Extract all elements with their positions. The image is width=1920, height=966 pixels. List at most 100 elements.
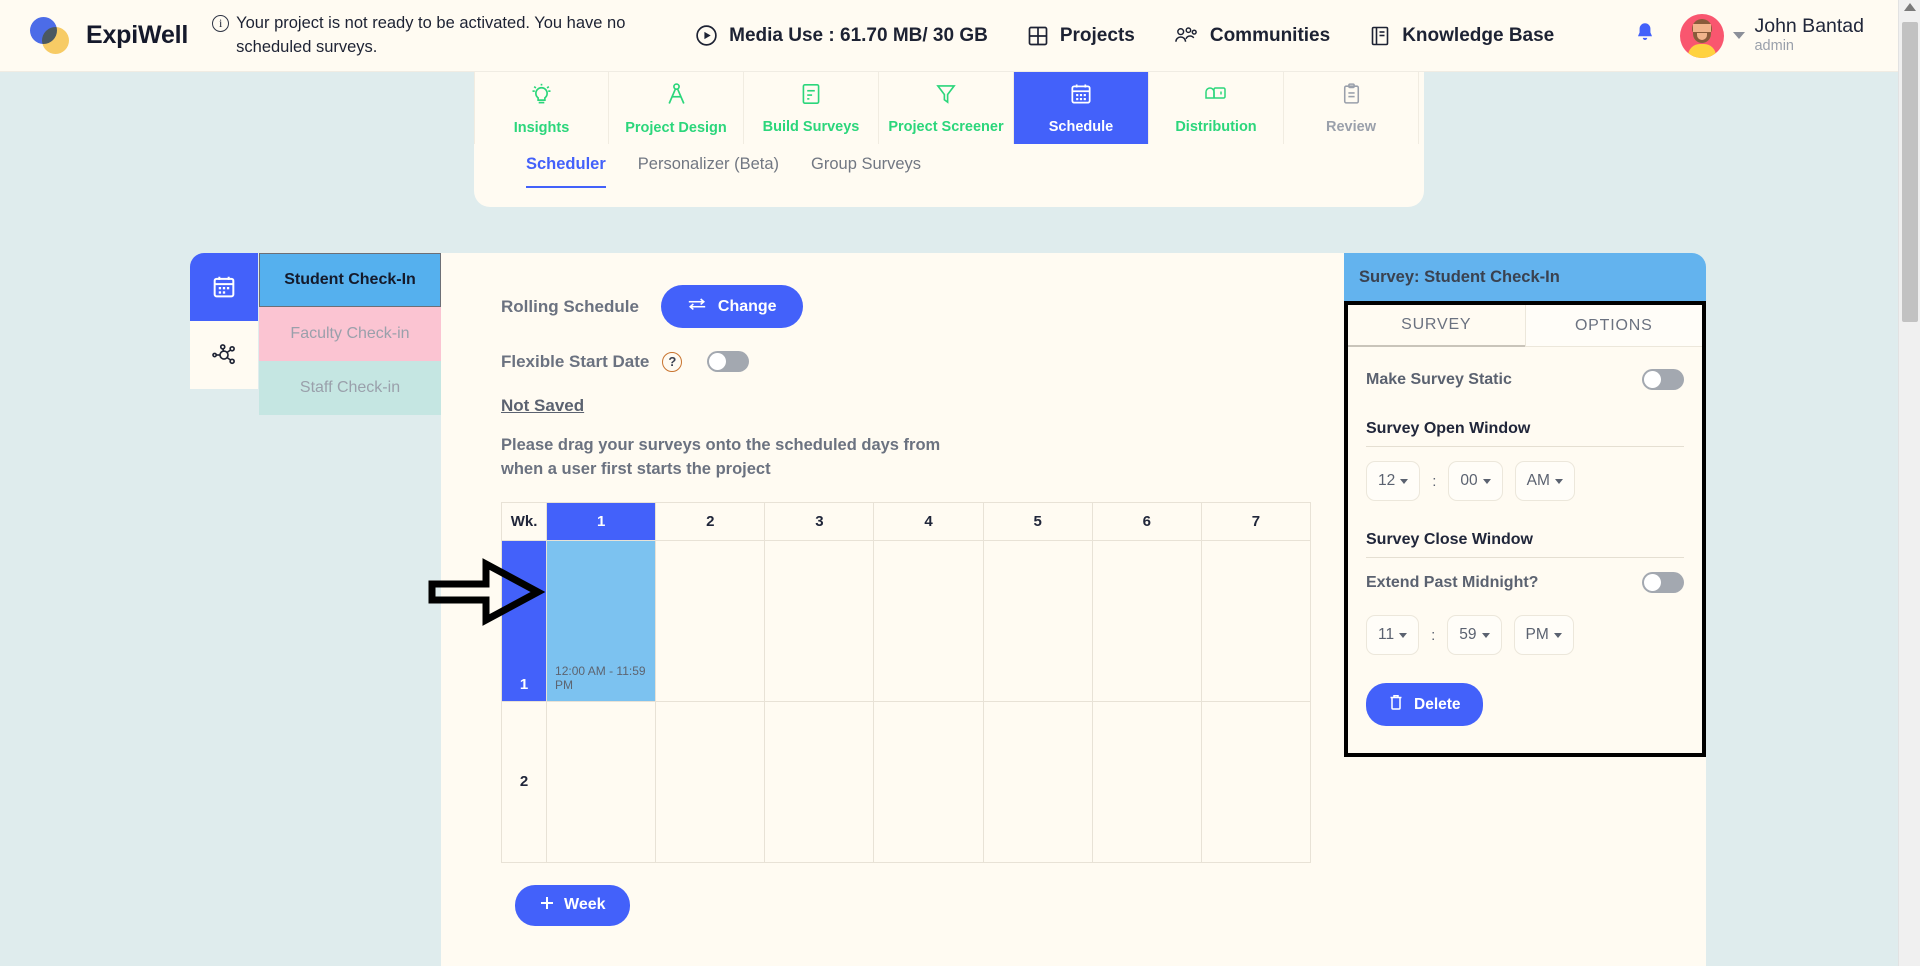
scheduler-panel: Rolling Schedule Change Flexible Start D…	[441, 253, 1344, 966]
open-minute-select[interactable]: 00	[1448, 461, 1503, 501]
tab-build-surveys[interactable]: Build Surveys	[744, 72, 879, 144]
page-scrollbar[interactable]	[1898, 0, 1920, 966]
calendar-cell-w2-d6[interactable]	[1091, 700, 1202, 863]
panel-tab-survey[interactable]: SURVEY	[1348, 305, 1525, 347]
add-week-label: Week	[564, 896, 606, 914]
nav-media-use[interactable]: Media Use : 61.70 MB/ 30 GB	[694, 23, 988, 48]
close-meridiem-select[interactable]: PM	[1513, 615, 1574, 655]
calendar-cell-w2-d1[interactable]	[546, 700, 657, 863]
survey-item-staff-check-in[interactable]: Staff Check-in	[259, 361, 441, 415]
notification-bell-icon[interactable]	[1632, 20, 1658, 51]
add-week-button[interactable]: Week	[515, 884, 630, 926]
survey-settings-body: Make Survey Static Survey Open Window 12…	[1348, 347, 1702, 726]
calendar-header-row: Wk. 1 2 3 4 5 6 7	[500, 501, 1312, 541]
mailbox-icon	[1202, 81, 1230, 112]
tab-insights[interactable]: Insights	[474, 72, 609, 144]
rail-network-button[interactable]	[190, 321, 258, 389]
panel-tab-options[interactable]: OPTIONS	[1524, 305, 1702, 347]
brand-name: ExpiWell	[86, 21, 189, 49]
make-survey-static-toggle[interactable]	[1642, 369, 1684, 390]
open-hour-select[interactable]: 12	[1366, 461, 1421, 501]
book-icon	[1368, 24, 1392, 48]
tab-review-label: Review	[1326, 119, 1376, 135]
calendar-cell-w2-d4[interactable]	[873, 700, 984, 863]
expiwell-logo-icon	[30, 16, 76, 55]
change-schedule-button[interactable]: Change	[660, 285, 803, 328]
calendar-day-header-7[interactable]: 7	[1200, 501, 1312, 541]
sub-tab-bar: Scheduler Personalizer (Beta) Group Surv…	[474, 155, 1424, 188]
make-survey-static-row: Make Survey Static	[1366, 369, 1684, 390]
calendar-week-number-2: 2	[500, 700, 548, 863]
not-saved-status[interactable]: Not Saved	[501, 396, 1344, 416]
calendar-day-header-6[interactable]: 6	[1091, 501, 1202, 541]
chevron-down-icon[interactable]	[1733, 32, 1746, 39]
user-menu[interactable]: John Bantad admin	[1680, 13, 1864, 58]
scrollbar-thumb[interactable]	[1902, 22, 1918, 322]
trash-icon	[1388, 693, 1404, 716]
calendar-cell-w2-d7[interactable]	[1200, 700, 1312, 863]
swap-arrows-icon	[687, 296, 707, 317]
delete-survey-label: Delete	[1414, 695, 1461, 713]
avatar	[1680, 13, 1725, 58]
flexible-start-date-toggle[interactable]	[707, 351, 750, 372]
survey-item-faculty-check-in[interactable]: Faculty Check-in	[259, 307, 441, 361]
nav-knowledge-base-label: Knowledge Base	[1402, 24, 1555, 46]
user-role: admin	[1754, 38, 1794, 55]
calendar-cell-w1-d6[interactable]	[1091, 539, 1202, 702]
change-schedule-label: Change	[717, 297, 777, 315]
close-hour-select[interactable]: 11	[1366, 615, 1420, 655]
help-question-icon[interactable]: ?	[662, 351, 683, 372]
calendar-icon	[1068, 81, 1094, 112]
calendar-cell-w2-d2[interactable]	[655, 700, 766, 863]
main-tab-bar: Insights Project Design Build Surveys Pr…	[474, 72, 1424, 144]
close-minute-value: 59	[1459, 626, 1477, 643]
drag-instruction-text: Please drag your surveys onto the schedu…	[501, 436, 941, 478]
rail-calendar-button[interactable]	[190, 253, 258, 321]
project-warning-text: Your project is not ready to be activate…	[236, 13, 626, 56]
open-minute-value: 00	[1460, 472, 1478, 489]
calendar-day-header-4[interactable]: 4	[873, 501, 984, 541]
calendar-cell-w1-d3[interactable]	[764, 539, 875, 702]
subtab-scheduler[interactable]: Scheduler	[526, 155, 606, 188]
open-meridiem-select[interactable]: AM	[1514, 461, 1575, 501]
survey-settings-tabs: SURVEY OPTIONS	[1348, 305, 1702, 347]
tab-review[interactable]: Review	[1284, 72, 1419, 144]
calendar-day-header-1[interactable]: 1	[546, 501, 657, 541]
calendar-day-header-2[interactable]: 2	[655, 501, 766, 541]
close-minute-select[interactable]: 59	[1447, 615, 1502, 655]
calendar-cell-w1-d2[interactable]	[655, 539, 766, 702]
extend-past-midnight-toggle[interactable]	[1642, 572, 1684, 593]
nav-communities[interactable]: Communities	[1173, 24, 1330, 48]
calendar-cell-w2-d3[interactable]	[764, 700, 875, 863]
survey-close-window-title: Survey Close Window	[1366, 531, 1533, 548]
calendar-cell-w1-d7[interactable]	[1200, 539, 1312, 702]
tab-project-design[interactable]: Project Design	[609, 72, 744, 144]
tab-insights-label: Insights	[513, 119, 570, 136]
calendar-cell-w1-d5[interactable]	[982, 539, 1093, 702]
info-icon: i	[212, 14, 230, 32]
delete-survey-button[interactable]: Delete	[1366, 683, 1483, 726]
calendar-day-header-5[interactable]: 5	[982, 501, 1093, 541]
calendar-cell-w1-d4[interactable]	[873, 539, 984, 702]
survey-open-time-row: 12 : 00 AM	[1366, 461, 1684, 501]
open-meridiem-value: AM	[1526, 472, 1550, 489]
extend-past-midnight-row: Extend Past Midnight?	[1366, 572, 1684, 593]
tab-project-screener[interactable]: Project Screener	[879, 72, 1014, 144]
navigation-card: Insights Project Design Build Surveys Pr…	[474, 72, 1424, 207]
calendar-day-header-3[interactable]: 3	[764, 501, 875, 541]
brand-logo-group[interactable]: ExpiWell	[30, 16, 189, 55]
nav-knowledge-base[interactable]: Knowledge Base	[1368, 24, 1554, 48]
calendar-cell-w1-d1[interactable]: 12:00 AM - 11:59 PM	[546, 539, 657, 702]
schedule-calendar: Wk. 1 2 3 4 5 6 7 1 12:00 AM - 11:59 PM	[500, 501, 1312, 863]
tab-distribution[interactable]: Distribution	[1149, 72, 1284, 144]
survey-list: Student Check-In Faculty Check-in Staff …	[259, 253, 441, 415]
subtab-personalizer[interactable]: Personalizer (Beta)	[638, 155, 779, 188]
nav-projects[interactable]: Projects	[1026, 24, 1135, 48]
survey-settings-title: Survey: Student Check-In	[1344, 253, 1706, 301]
subtab-group-surveys[interactable]: Group Surveys	[811, 155, 921, 188]
scroll-up-arrow-icon[interactable]	[1904, 3, 1916, 11]
tab-schedule[interactable]: Schedule	[1014, 72, 1149, 144]
calendar-cell-w2-d5[interactable]	[982, 700, 1093, 863]
survey-item-student-check-in[interactable]: Student Check-In	[259, 253, 441, 307]
left-rail	[190, 253, 258, 389]
